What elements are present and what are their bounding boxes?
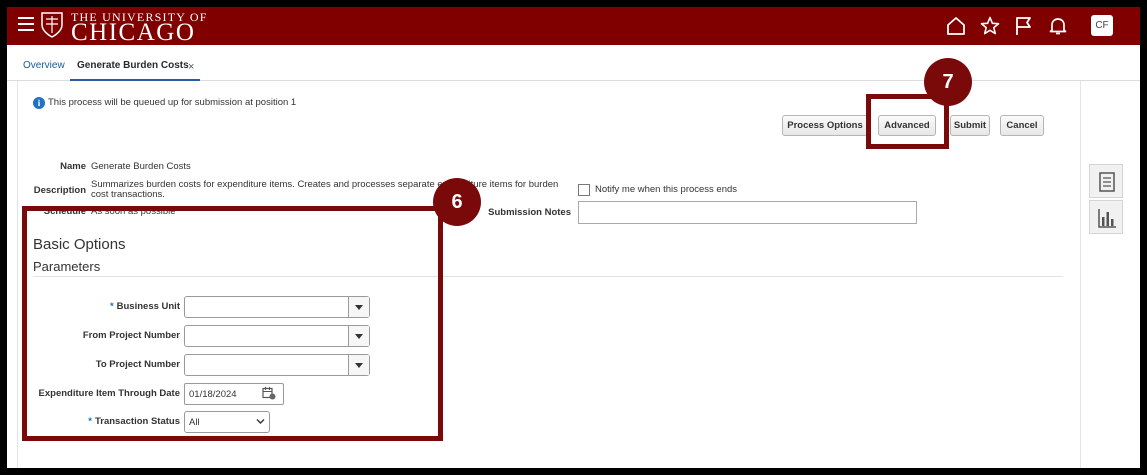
callout-badge-6: 6	[433, 178, 481, 226]
tab-generate-burden-costs[interactable]: Generate Burden Costs	[77, 60, 189, 71]
global-header: THE UNIVERSITY OF CHICAGO CF	[7, 7, 1140, 46]
document-panel-icon[interactable]	[1089, 164, 1123, 198]
description-label: Description	[33, 185, 86, 196]
document-icon	[1099, 172, 1115, 192]
submit-button[interactable]: Submit	[950, 115, 990, 136]
name-label: Name	[60, 161, 86, 172]
process-options-button[interactable]: Process Options	[782, 115, 868, 136]
name-value: Generate Burden Costs	[91, 161, 191, 172]
submission-notes-input[interactable]	[578, 201, 917, 224]
statistics-panel-icon[interactable]	[1089, 200, 1123, 234]
close-tab-icon[interactable]: ×	[188, 61, 194, 73]
notify-label: Notify me when this process ends	[595, 184, 738, 195]
bar-chart-icon	[1098, 209, 1116, 228]
logo-line2: CHICAGO	[71, 19, 196, 46]
home-icon[interactable]	[945, 15, 967, 37]
notify-checkbox[interactable]	[578, 184, 590, 196]
menu-icon[interactable]	[18, 17, 34, 31]
description-value: Summarizes burden costs for expenditure …	[91, 179, 559, 200]
submission-notes-label: Submission Notes	[488, 207, 571, 218]
info-icon: i	[33, 97, 45, 109]
favorites-star-icon[interactable]	[979, 15, 1001, 37]
callout-badge-7: 7	[924, 58, 972, 106]
user-avatar[interactable]: CF	[1091, 15, 1113, 36]
callout-box-6	[22, 206, 443, 441]
app-frame: THE UNIVERSITY OF CHICAGO CF Overview Ge…	[7, 7, 1140, 468]
university-shield-icon	[41, 12, 63, 38]
notifications-bell-icon[interactable]	[1047, 15, 1069, 37]
flag-icon[interactable]	[1013, 15, 1035, 37]
tab-overview[interactable]: Overview	[23, 60, 65, 71]
queue-info-message: This process will be queued up for submi…	[48, 97, 297, 108]
cancel-button[interactable]: Cancel	[1000, 115, 1044, 136]
